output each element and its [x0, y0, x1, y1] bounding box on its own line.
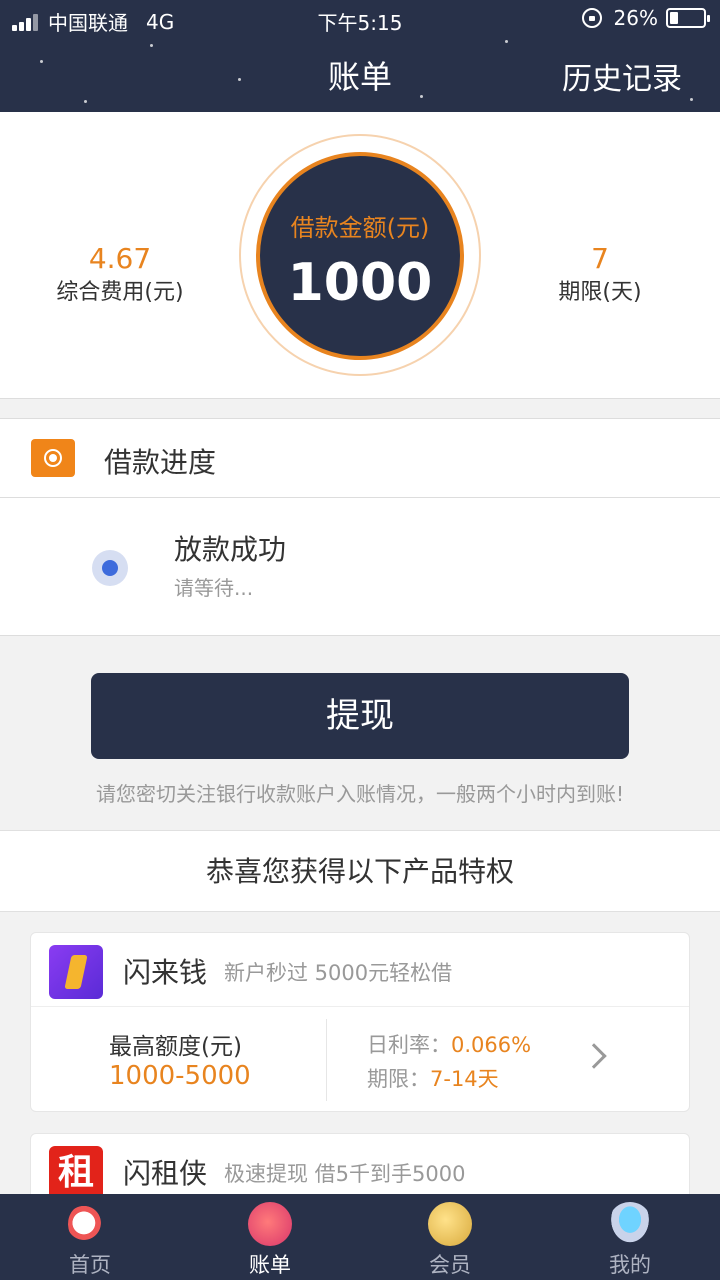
- target-icon: [31, 439, 75, 477]
- product-name: 闪来钱: [123, 956, 208, 989]
- step-title: 放款成功: [174, 533, 287, 566]
- bottom-nav: 首页 账单 会员 我的: [0, 1193, 720, 1280]
- nav-label: 账单: [249, 1253, 291, 1277]
- privileges-heading: 恭喜您获得以下产品特权: [0, 830, 720, 912]
- loan-term-value: 7-14天: [430, 1067, 499, 1091]
- product-card[interactable]: 闪来钱 新户秒过 5000元轻松借 最高额度(元) 1000-5000 日利率：…: [30, 932, 690, 1112]
- fee-label: 综合费用(元): [56, 280, 184, 305]
- ufo-icon: [608, 1202, 652, 1246]
- star-decoration: [505, 40, 508, 43]
- quota-label: 最高额度(元): [109, 1034, 242, 1060]
- nav-item-home[interactable]: 首页: [0, 1193, 180, 1280]
- rotation-lock-icon: [581, 8, 602, 28]
- nav-item-member[interactable]: 会员: [360, 1194, 540, 1280]
- term-stat: 7 期限(天): [500, 242, 700, 308]
- status-bar: 中国联通 4G 下午5:15 26%: [0, 0, 720, 36]
- nav-label: 会员: [429, 1253, 471, 1277]
- daily-rate: 日利率：0.066%: [367, 1029, 531, 1059]
- nav-label: 我的: [609, 1253, 651, 1277]
- moon-icon: [428, 1202, 472, 1246]
- star-decoration: [690, 98, 693, 101]
- nav-item-bill[interactable]: 账单: [180, 1194, 360, 1280]
- battery-level: [670, 12, 679, 24]
- progress-header: 借款进度: [0, 418, 720, 498]
- amount-circle: 借款金额(元) 1000: [256, 152, 464, 360]
- daily-rate-label: 日利率：: [367, 1033, 451, 1057]
- battery-percent: 26%: [613, 6, 658, 30]
- planet-icon: [248, 1202, 292, 1246]
- amount-value: 1000: [287, 253, 433, 313]
- rocket-icon: [59, 1193, 121, 1255]
- nav-item-mine[interactable]: 我的: [540, 1194, 720, 1280]
- nav-label: 首页: [69, 1253, 111, 1277]
- fee-value: 4.67: [88, 242, 152, 275]
- star-decoration: [84, 100, 87, 103]
- progress-step: 放款成功 请等待...: [0, 498, 720, 636]
- term-value: 7: [591, 242, 609, 275]
- loan-summary: 4.67 综合费用(元) 借款金额(元) 1000 7 期限(天): [0, 112, 720, 399]
- step-status-dot-icon: [92, 550, 128, 586]
- divider: [326, 1019, 327, 1101]
- loan-term: 期限：7-14天: [367, 1063, 499, 1093]
- product-name: 闪租侠: [123, 1157, 208, 1190]
- history-link[interactable]: 历史记录: [562, 54, 682, 98]
- step-subtitle: 请等待...: [174, 576, 254, 600]
- daily-rate-value: 0.066%: [451, 1033, 532, 1057]
- arrival-notice: 请您密切关注银行收款账户入账情况，一般两个小时内到账!: [95, 782, 625, 806]
- product-card-header: 闪来钱 新户秒过 5000元轻松借: [31, 933, 689, 1007]
- fee-stat: 4.67 综合费用(元): [20, 242, 220, 308]
- chevron-right-icon[interactable]: [581, 1043, 607, 1069]
- term-label: 期限(天): [558, 280, 642, 305]
- product-logo-icon: [49, 945, 103, 999]
- product-card-details: 最高额度(元) 1000-5000 日利率：0.066% 期限：7-14天: [31, 1007, 689, 1113]
- withdraw-button[interactable]: 提现: [91, 673, 629, 759]
- header-bar: 中国联通 4G 下午5:15 26% 账单 历史记录: [0, 0, 720, 112]
- product-desc: 极速提现 借5千到手5000: [224, 1162, 466, 1186]
- amount-label: 借款金额(元): [290, 214, 430, 242]
- product-desc: 新户秒过 5000元轻松借: [224, 961, 453, 985]
- quota-value: 1000-5000: [109, 1061, 251, 1091]
- progress-title: 借款进度: [104, 446, 217, 479]
- battery-icon: [666, 8, 710, 28]
- loan-term-label: 期限：: [367, 1067, 430, 1091]
- star-decoration: [150, 44, 153, 47]
- product-logo-icon: 租: [49, 1146, 103, 1200]
